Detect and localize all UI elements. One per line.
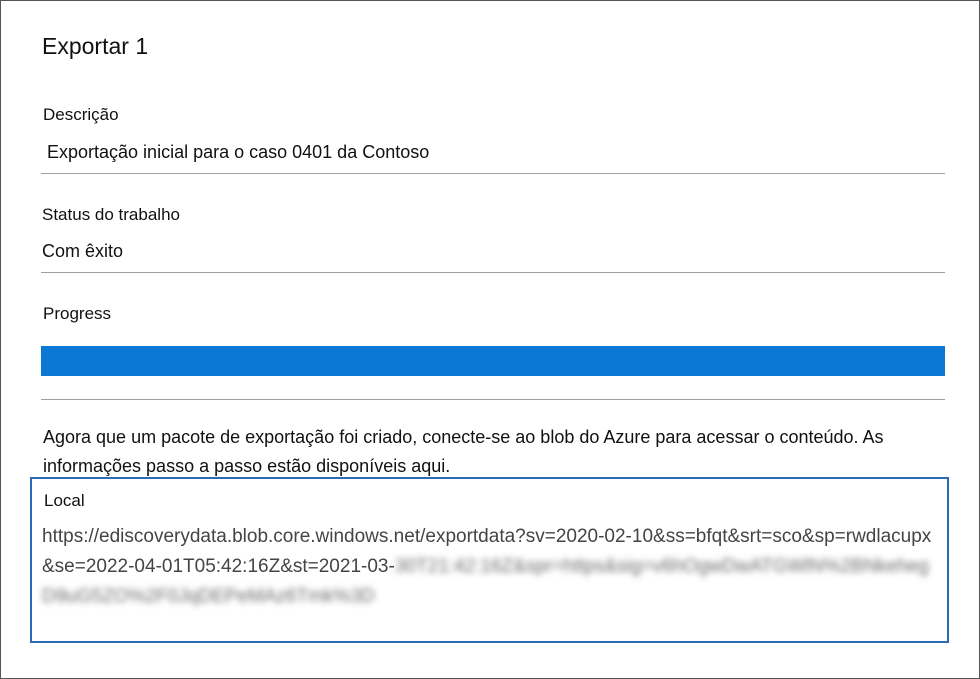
progress-bar: [41, 346, 945, 376]
location-field[interactable]: Local https://ediscoverydata.blob.core.w…: [30, 477, 949, 643]
page-title: Exportar 1: [42, 33, 149, 59]
location-url[interactable]: https://ediscoverydata.blob.core.windows…: [42, 522, 942, 612]
job-status-value: Com êxito: [42, 241, 124, 261]
job-status-label: Status do trabalho: [42, 205, 180, 224]
divider: [41, 173, 945, 174]
divider: [41, 272, 945, 273]
progress-bar-fill: [41, 346, 945, 376]
export-details-panel: Exportar 1 Descrição Exportação inicial …: [0, 0, 980, 679]
description-value: Exportação inicial para o caso 0401 da C…: [47, 142, 430, 162]
progress-label: Progress: [43, 304, 112, 323]
divider: [41, 399, 945, 400]
description-label: Descrição: [43, 105, 119, 124]
info-text: Agora que um pacote de exportação foi cr…: [43, 427, 884, 476]
location-label: Local: [44, 491, 85, 510]
